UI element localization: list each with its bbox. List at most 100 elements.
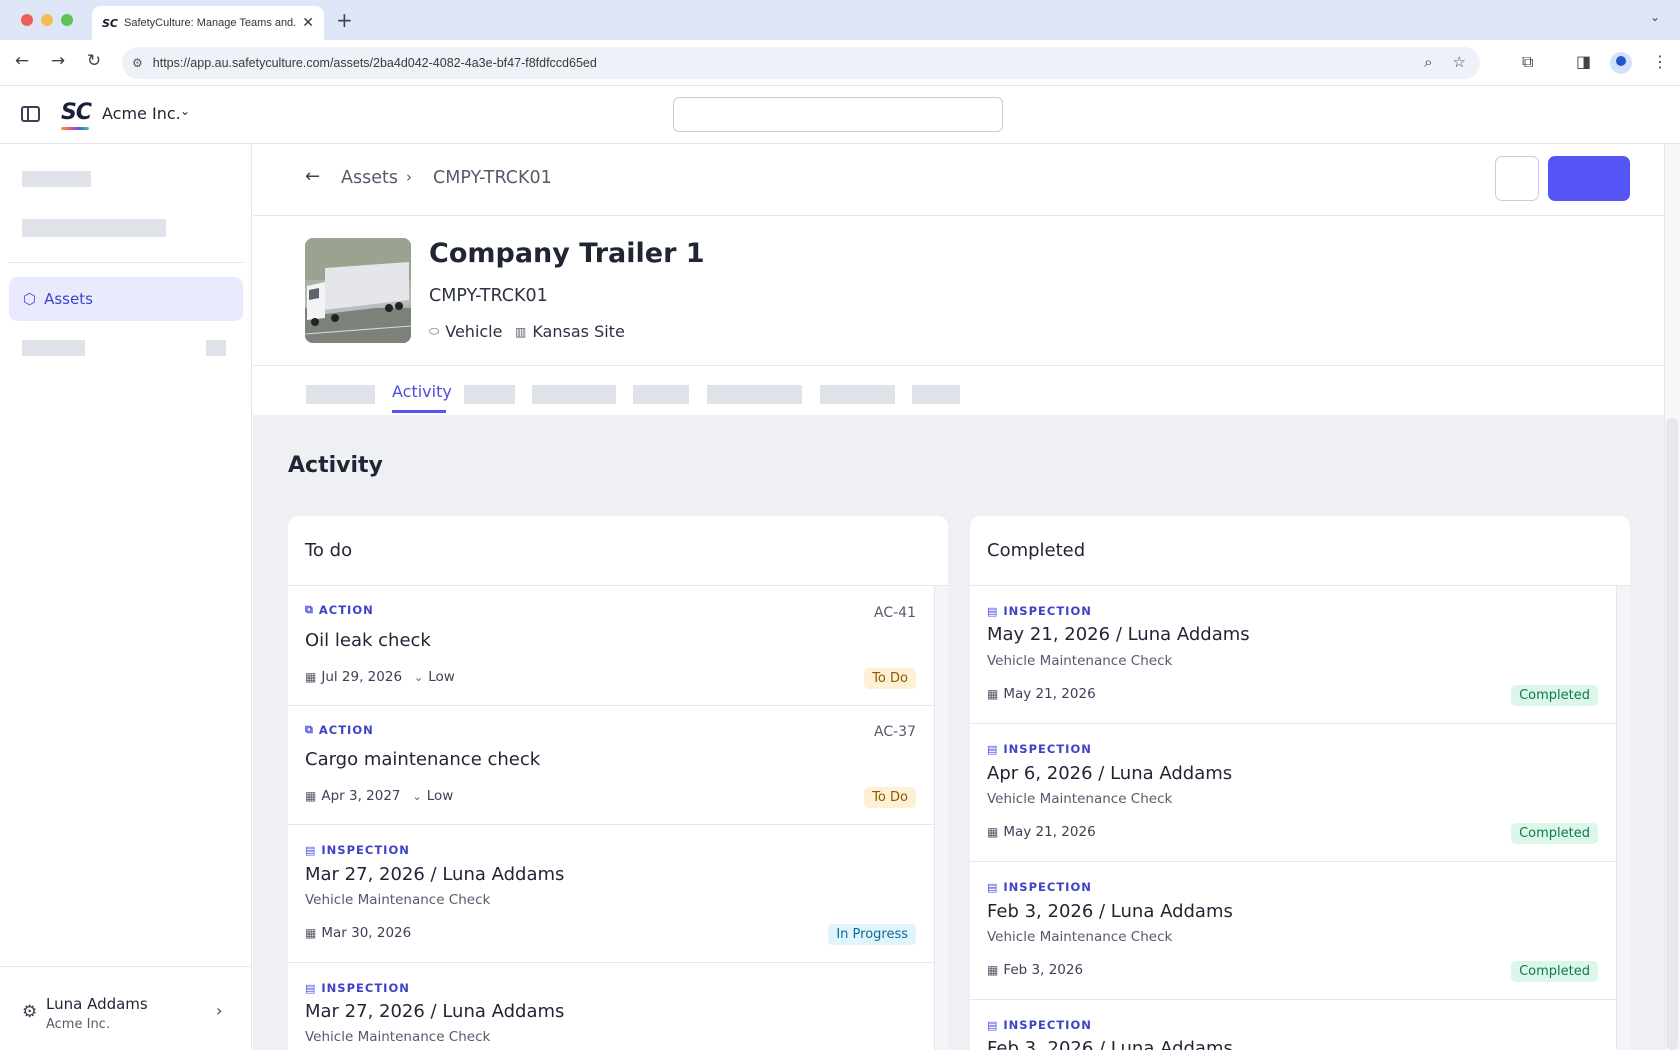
- asset-title: Company Trailer 1: [429, 238, 705, 269]
- tab-placeholder[interactable]: [707, 385, 802, 404]
- sidebar: ⬡ Assets ⚙ Luna Addams Acme Inc. ›: [0, 144, 252, 1050]
- list-item[interactable]: ▤ INSPECTION Mar 27, 2026 / Luna Addams …: [288, 963, 934, 1050]
- maximize-window-button[interactable]: [61, 14, 73, 26]
- primary-action-button[interactable]: [1548, 156, 1630, 201]
- tab-placeholder[interactable]: [912, 385, 960, 404]
- sidebar-divider: [8, 262, 244, 263]
- clipboard-icon: ▤: [305, 981, 317, 995]
- asset-type: ⬭ Vehicle: [429, 322, 502, 341]
- more-options-button[interactable]: [1495, 156, 1539, 201]
- new-tab-icon[interactable]: +: [336, 8, 353, 32]
- browser-menu-icon[interactable]: ⋮: [1652, 52, 1668, 71]
- card-title: Mar 27, 2026 / Luna Addams: [305, 864, 565, 885]
- list-item[interactable]: ▤ INSPECTION Mar 27, 2026 / Luna Addams …: [288, 825, 934, 963]
- priority-low-icon: ⌄: [414, 670, 424, 684]
- todo-panel-header: To do: [288, 516, 948, 586]
- safetyculture-logo[interactable]: SC: [61, 100, 92, 125]
- card-subtitle: Vehicle Maintenance Check: [987, 791, 1173, 807]
- card-title: Mar 27, 2026 / Luna Addams: [305, 1001, 565, 1022]
- side-panel-icon[interactable]: ◨: [1576, 52, 1591, 71]
- sidebar-placeholder: [206, 340, 226, 356]
- todo-scrollbar[interactable]: [934, 586, 948, 1050]
- card-meta: ▦ Jul 29, 2026 ⌄ Low: [305, 669, 455, 685]
- list-item[interactable]: ▤ INSPECTION Apr 6, 2026 / Luna Addams V…: [970, 724, 1616, 862]
- org-switcher-label[interactable]: Acme Inc.: [102, 104, 181, 123]
- close-window-button[interactable]: [21, 14, 33, 26]
- card-title: Feb 3, 2026 / Luna Addams: [987, 901, 1233, 922]
- tab-placeholder[interactable]: [633, 385, 689, 404]
- clipboard-icon: ▤: [987, 1018, 999, 1032]
- card-type: ▤ INSPECTION: [987, 604, 1092, 618]
- calendar-icon: ▦: [987, 825, 999, 839]
- status-badge: To Do: [864, 787, 916, 808]
- chevron-right-icon: ›: [406, 168, 412, 186]
- main-content: ← Assets › CMPY-TRCK01 Company Trailer 1: [253, 144, 1664, 1050]
- card-type: ⧉ ACTION: [305, 723, 374, 737]
- tab-search-icon[interactable]: ⌄: [1650, 10, 1660, 24]
- logo-stripe: [61, 127, 89, 130]
- list-item[interactable]: ⧉ ACTION AC-37 Cargo maintenance check ▦…: [288, 706, 934, 825]
- divider: [253, 215, 1664, 216]
- sidebar-item-assets[interactable]: ⬡ Assets: [9, 277, 243, 321]
- card-title: Feb 3, 2026 / Luna Addams: [987, 1038, 1233, 1050]
- favicon-icon: SC: [102, 16, 118, 30]
- calendar-icon: ▦: [987, 963, 999, 977]
- asset-site-label: Kansas Site: [532, 322, 625, 341]
- asset-photo: [305, 238, 411, 343]
- completed-panel-header: Completed: [970, 516, 1630, 586]
- chevron-down-icon[interactable]: ⌄: [180, 104, 190, 118]
- browser-tab[interactable]: SC SafetyCulture: Manage Teams and... ✕: [92, 6, 324, 40]
- list-item[interactable]: ▤ INSPECTION Feb 3, 2026 / Luna Addams: [970, 1000, 1616, 1050]
- tab-placeholder[interactable]: [306, 385, 375, 404]
- completed-scrollbar[interactable]: [1616, 586, 1630, 1050]
- zoom-icon[interactable]: ⌕: [1424, 53, 1432, 71]
- tab-activity[interactable]: Activity: [392, 382, 452, 401]
- status-badge: Completed: [1511, 823, 1598, 844]
- sidebar-placeholder: [22, 340, 85, 356]
- card-title: Apr 6, 2026 / Luna Addams: [987, 763, 1233, 784]
- address-bar[interactable]: ⚙ https://app.au.safetyculture.com/asset…: [122, 47, 1480, 79]
- activity-title: Activity: [288, 453, 383, 478]
- card-meta: ▦ Feb 3, 2026: [987, 962, 1084, 978]
- forward-icon[interactable]: →: [46, 51, 70, 71]
- asset-site: ▥ Kansas Site: [515, 322, 625, 341]
- tab-placeholder[interactable]: [820, 385, 895, 404]
- clipboard-icon: ▤: [987, 604, 999, 618]
- card-title: May 21, 2026 / Luna Addams: [987, 624, 1250, 645]
- extensions-icon[interactable]: ⧉: [1522, 52, 1533, 72]
- minimize-window-button[interactable]: [41, 14, 53, 26]
- calendar-icon: ▦: [305, 926, 317, 940]
- page-scrollbar-thumb[interactable]: [1666, 418, 1678, 1050]
- gear-icon: ⚙: [22, 1002, 38, 1022]
- reload-icon[interactable]: ↻: [82, 51, 106, 71]
- calendar-icon: ▦: [987, 687, 999, 701]
- site-settings-icon[interactable]: ⚙: [132, 56, 143, 70]
- browser-tab-title: SafetyCulture: Manage Teams and...: [124, 17, 297, 29]
- cube-icon: ⬡: [23, 290, 37, 308]
- card-title: Cargo maintenance check: [305, 749, 541, 770]
- asset-code: CMPY-TRCK01: [429, 286, 548, 306]
- list-item[interactable]: ⧉ ACTION AC-41 Oil leak check ▦ Jul 29, …: [288, 586, 934, 706]
- status-badge: In Progress: [828, 924, 916, 945]
- browser-toolbar: ← → ↻ ⚙ https://app.au.safetyculture.com…: [0, 40, 1680, 86]
- profile-avatar[interactable]: [1610, 52, 1632, 74]
- card-type: ▤ INSPECTION: [305, 843, 410, 857]
- tab-placeholder[interactable]: [464, 385, 515, 404]
- app-header: SC Acme Inc. ⌄: [0, 86, 1680, 144]
- back-arrow-icon[interactable]: ←: [305, 166, 320, 187]
- card-type: ▤ INSPECTION: [987, 1018, 1092, 1032]
- list-item[interactable]: ▤ INSPECTION May 21, 2026 / Luna Addams …: [970, 586, 1616, 724]
- card-type: ⧉ ACTION: [305, 603, 374, 617]
- search-input[interactable]: [673, 97, 1003, 132]
- sidebar-toggle-icon[interactable]: [21, 106, 40, 122]
- close-tab-icon[interactable]: ✕: [302, 15, 314, 31]
- action-icon: ⧉: [305, 723, 314, 736]
- user-menu[interactable]: ⚙ Luna Addams Acme Inc. ›: [0, 966, 252, 1050]
- tab-placeholder[interactable]: [532, 385, 616, 404]
- active-tab-indicator: [392, 410, 446, 413]
- back-icon[interactable]: ←: [10, 51, 34, 71]
- sidebar-item-label: Assets: [44, 290, 93, 308]
- list-item[interactable]: ▤ INSPECTION Feb 3, 2026 / Luna Addams V…: [970, 862, 1616, 1000]
- bookmark-star-icon[interactable]: ☆: [1453, 53, 1466, 71]
- breadcrumb-assets[interactable]: Assets: [341, 168, 398, 188]
